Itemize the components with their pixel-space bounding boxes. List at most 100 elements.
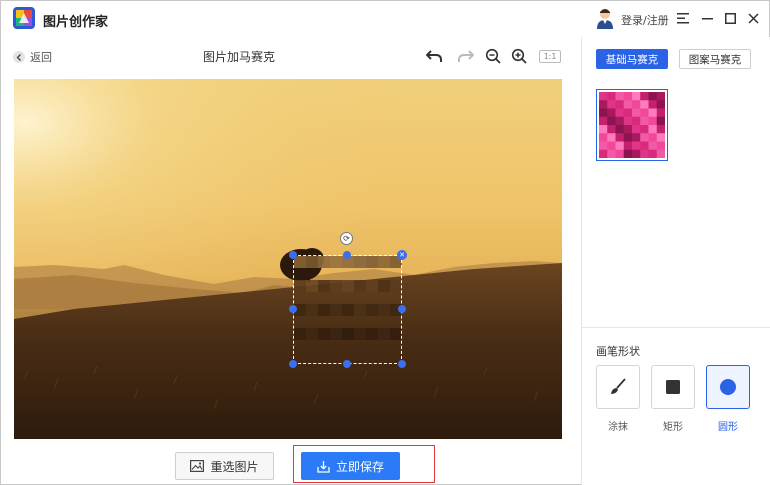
mosaic-tile [607, 100, 616, 109]
user-avatar-icon[interactable] [595, 7, 615, 29]
mosaic-tile [599, 141, 608, 151]
mosaic-tile [623, 100, 633, 109]
mosaic-tile [599, 116, 608, 126]
mosaic-tile [615, 116, 625, 126]
mosaic-tile [640, 141, 649, 151]
mosaic-tile [615, 92, 625, 101]
maximize-icon[interactable] [721, 9, 739, 27]
mosaic-tile [607, 133, 616, 142]
panel-divider [582, 327, 770, 328]
resize-handle-top[interactable] [343, 251, 351, 259]
mosaic-tile [607, 116, 616, 126]
back-label: 返回 [30, 51, 52, 64]
rotate-handle-icon[interactable]: ⟳ [340, 232, 353, 245]
resize-handle-bottom[interactable] [343, 360, 351, 368]
redo-icon[interactable] [457, 47, 475, 65]
mosaic-tile [599, 108, 608, 118]
delete-selection-icon[interactable]: ✕ [397, 250, 407, 260]
mosaic-pattern-icon [599, 92, 666, 159]
brush-rectangle-label: 矩形 [663, 422, 683, 433]
mosaic-tile [640, 108, 649, 118]
resize-handle-top-left[interactable] [289, 251, 297, 259]
mosaic-tile [656, 108, 666, 118]
brush-smear-button[interactable] [596, 365, 640, 409]
mosaic-tile [607, 108, 616, 118]
mosaic-tile [648, 116, 658, 126]
mosaic-selection-box[interactable] [293, 255, 402, 364]
brush-circle-label: 圆形 [718, 422, 738, 433]
mosaic-tile [632, 133, 641, 142]
actual-size-button[interactable]: 1:1 [539, 50, 561, 63]
mosaic-tile [607, 125, 616, 134]
brush-rectangle-button[interactable] [651, 365, 695, 409]
mosaic-tile [632, 149, 641, 159]
mosaic-tile [599, 149, 608, 159]
mosaic-settings-panel: 基础马赛克 图案马赛克 画笔形状 涂抹 矩形 圆形 [581, 37, 770, 485]
tab-basic-mosaic[interactable]: 基础马赛克 [596, 49, 668, 69]
app-window: 图片创作家 登录/注册 返回 图片加马赛克 1:1 ⟳ ✕ 重选图片 立即保存 … [0, 0, 770, 485]
image-icon [190, 460, 205, 472]
zoom-in-icon[interactable] [510, 47, 528, 65]
mosaic-tile [640, 133, 649, 142]
mosaic-tile [632, 141, 641, 151]
mosaic-tile [640, 92, 649, 101]
brush-circle-button[interactable] [706, 365, 750, 409]
mosaic-tile [656, 100, 666, 109]
zoom-out-icon[interactable] [484, 47, 502, 65]
app-logo-icon [13, 7, 35, 29]
mosaic-tile [656, 141, 666, 151]
mosaic-tile [623, 133, 633, 142]
resize-handle-right[interactable] [398, 305, 406, 313]
mosaic-tile [648, 108, 658, 118]
mosaic-tile [656, 92, 666, 101]
resize-handle-bottom-right[interactable] [398, 360, 406, 368]
mosaic-tile [607, 141, 616, 151]
mosaic-tile [640, 125, 649, 134]
mosaic-tile [599, 100, 608, 109]
menu-icon[interactable] [674, 9, 692, 27]
mosaic-tile [632, 100, 641, 109]
mosaic-tile [648, 133, 658, 142]
reselect-image-label: 重选图片 [210, 459, 259, 474]
app-title: 图片创作家 [43, 15, 109, 30]
mosaic-style-thumbnail[interactable] [596, 89, 668, 161]
save-now-button[interactable]: 立即保存 [301, 452, 400, 480]
undo-icon[interactable] [425, 47, 443, 65]
resize-handle-bottom-left[interactable] [289, 360, 297, 368]
resize-handle-left[interactable] [289, 305, 297, 313]
chevron-left-icon [13, 51, 25, 63]
image-canvas[interactable] [14, 79, 562, 439]
brush-shape-title: 画笔形状 [596, 345, 640, 358]
mosaic-tile [599, 92, 608, 101]
mosaic-tile [607, 92, 616, 101]
minimize-icon[interactable] [698, 9, 716, 27]
mosaic-tile [623, 108, 633, 118]
mosaic-tile [640, 116, 649, 126]
reselect-image-button[interactable]: 重选图片 [175, 452, 274, 480]
mosaic-tile [623, 125, 633, 134]
mosaic-tile [615, 125, 625, 134]
tab-pattern-mosaic[interactable]: 图案马赛克 [679, 49, 751, 69]
mosaic-tile [648, 149, 658, 159]
mosaic-tile [656, 149, 666, 159]
back-button[interactable]: 返回 [13, 49, 52, 65]
mosaic-tile [623, 149, 633, 159]
mosaic-tile [607, 149, 616, 159]
mosaic-tile [615, 100, 625, 109]
mosaic-tile [656, 116, 666, 126]
mosaic-tile [615, 108, 625, 118]
landscape-photo [14, 79, 562, 439]
mosaic-tile [640, 149, 649, 159]
square-icon [666, 380, 680, 394]
save-now-label: 立即保存 [335, 459, 384, 474]
close-icon[interactable] [744, 9, 762, 27]
circle-icon [720, 379, 736, 395]
mosaic-tile [648, 100, 658, 109]
login-link[interactable]: 登录/注册 [621, 12, 669, 28]
mosaic-tile [632, 108, 641, 118]
mosaic-tile [648, 92, 658, 101]
mosaic-tile [640, 100, 649, 109]
mosaic-tile [648, 125, 658, 134]
mosaic-tile [656, 125, 666, 134]
mosaic-tile [648, 141, 658, 151]
